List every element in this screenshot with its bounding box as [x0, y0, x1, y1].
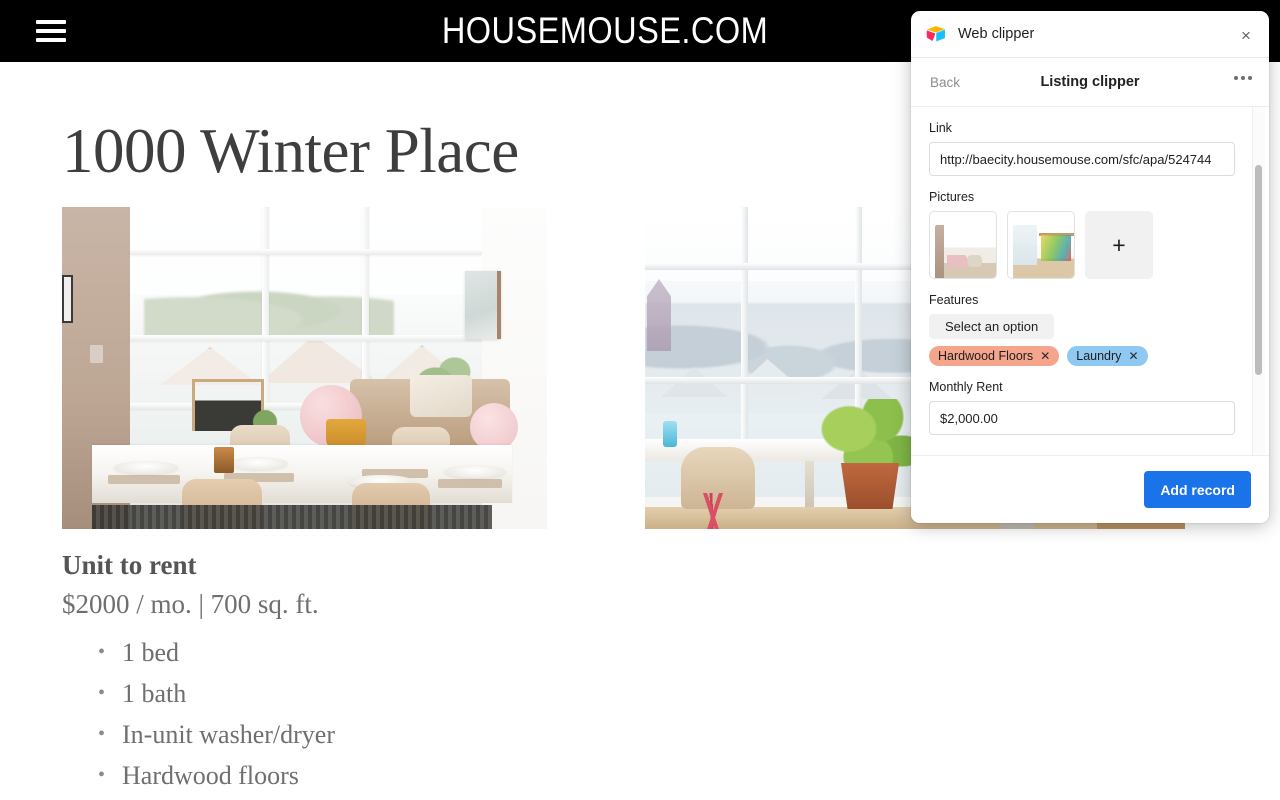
monthly-rent-field-group: Monthly Rent $2,000.00	[929, 380, 1251, 435]
form-scrollbar-thumb[interactable]	[1255, 165, 1262, 375]
photo1-plate	[444, 465, 506, 478]
monthly-rent-label: Monthly Rent	[929, 380, 1003, 394]
features-select-dropdown[interactable]: Select an option	[929, 314, 1055, 339]
remove-tag-icon[interactable]: ✕	[1128, 350, 1138, 362]
clipper-titlebar: Web clipper ×	[911, 11, 1269, 58]
features-field-group: Features Select an option Hardwood Floor…	[929, 293, 1251, 366]
hamburger-bar	[36, 29, 66, 33]
photo1-cushion	[410, 375, 472, 417]
add-picture-button[interactable]: +	[1085, 211, 1153, 279]
airtable-logo-icon	[925, 23, 947, 45]
photo2-mullion	[645, 377, 945, 384]
photo2-mullion	[645, 263, 945, 270]
photo1-mullion	[130, 249, 482, 255]
feature-tag[interactable]: Laundry ✕	[1067, 346, 1148, 366]
clipper-footer: Add record	[911, 455, 1269, 523]
hamburger-bar	[36, 38, 66, 42]
unit-features-list: 1 bed 1 bath In-unit washer/dryer Hardwo…	[96, 632, 335, 796]
pictures-thumbnail-row: +	[929, 211, 1251, 279]
feature-tag[interactable]: Hardwood Floors ✕	[929, 346, 1060, 366]
photo2-terracotta-pot	[840, 463, 900, 509]
photo1-mullion	[130, 335, 482, 341]
link-input[interactable]: http://baecity.housemouse.com/sfc/apa/52…	[929, 142, 1235, 176]
photo1-placemat	[438, 479, 502, 488]
clipper-subbar: Back Listing clipper	[911, 58, 1269, 107]
photo1-plate	[228, 457, 288, 470]
clipper-screen-title: Listing clipper	[1040, 74, 1140, 90]
monthly-rent-input[interactable]: $2,000.00	[929, 401, 1235, 435]
picture-thumbnail[interactable]	[929, 211, 997, 279]
unit-heading: Unit to rent	[62, 550, 197, 580]
add-record-button[interactable]: Add record	[1144, 471, 1251, 508]
web-clipper-panel: Web clipper × Back Listing clipper Link …	[911, 11, 1269, 523]
screen-root: HOUSEMOUSE.COM 1000 Winter Place Unit to…	[0, 0, 1280, 800]
hamburger-menu-icon[interactable]	[36, 16, 66, 46]
remove-tag-icon[interactable]: ✕	[1040, 350, 1050, 362]
unit-summary: $2000 / mo. | 700 sq. ft.	[62, 589, 319, 619]
pictures-field-label: Pictures	[929, 190, 975, 204]
close-icon[interactable]: ×	[1235, 24, 1257, 46]
photo1-pink-sphere	[470, 403, 518, 451]
list-item: Hardwood floors	[96, 755, 335, 796]
photo1-framed-art	[465, 271, 501, 339]
list-item: 1 bath	[96, 673, 335, 714]
feature-tag-label: Laundry	[1076, 349, 1122, 363]
page-title: 1000 Winter Place	[62, 116, 519, 186]
pictures-field-group: Pictures +	[929, 190, 1251, 279]
list-item: In-unit washer/dryer	[96, 714, 335, 755]
picture-thumbnail[interactable]	[1007, 211, 1075, 279]
photo2-bottle	[663, 421, 677, 447]
clipper-app-title: Web clipper	[958, 26, 1035, 42]
form-scrollbar-track[interactable]	[1252, 107, 1265, 455]
link-field-label: Link	[929, 121, 952, 135]
feature-tag-label: Hardwood Floors	[938, 349, 1034, 363]
list-item: 1 bed	[96, 632, 335, 673]
photo1-candle	[214, 447, 234, 473]
clipper-form-body: Link http://baecity.housemouse.com/sfc/a…	[911, 107, 1269, 455]
back-button[interactable]: Back	[930, 75, 960, 90]
photo1-plate	[114, 461, 178, 474]
photo2-chair-wire-legs	[667, 493, 759, 529]
photo1-wall-frame	[62, 275, 73, 323]
overflow-menu-icon[interactable]	[1234, 76, 1252, 80]
link-field-group: Link http://baecity.housemouse.com/sfc/a…	[929, 121, 1251, 176]
photo1-light-switch	[90, 345, 103, 363]
listing-photo-1[interactable]	[62, 207, 547, 529]
photo1-placemat	[108, 475, 180, 484]
features-field-label: Features	[929, 293, 979, 307]
features-tag-list: Hardwood Floors ✕ Laundry ✕	[929, 346, 1251, 366]
photo1-rug	[92, 505, 492, 529]
hamburger-bar	[36, 20, 66, 24]
